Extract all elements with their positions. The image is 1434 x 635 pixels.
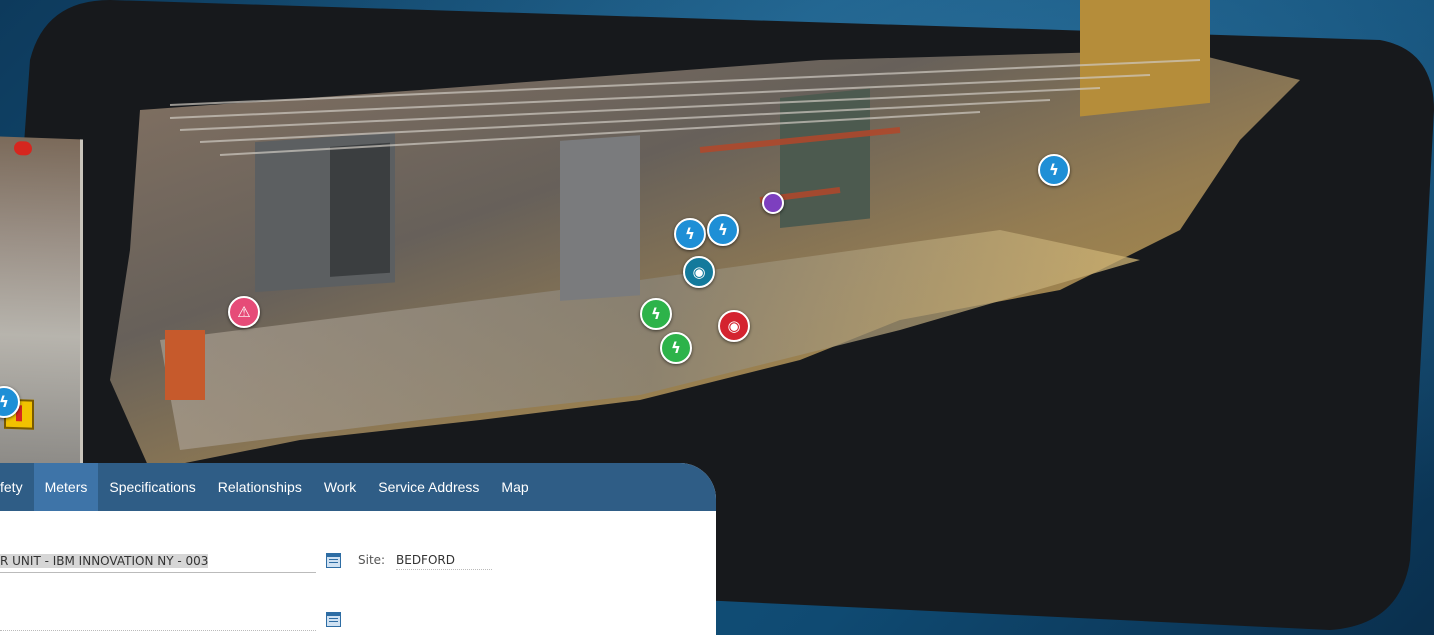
- orange-barrel: [165, 330, 205, 400]
- tab-bar: fety Meters Specifications Relationships…: [0, 463, 716, 511]
- warning-icon: ⚠: [237, 303, 251, 321]
- wrench-marker-icon[interactable]: ϟ: [640, 298, 672, 330]
- gauge-icon: ◉: [692, 263, 706, 281]
- tab-relationships[interactable]: Relationships: [207, 463, 313, 511]
- gauge-marker-icon[interactable]: ◉: [683, 256, 715, 288]
- tab-work[interactable]: Work: [313, 463, 367, 511]
- tab-service-address[interactable]: Service Address: [367, 463, 490, 511]
- alert-icon: ◉: [727, 317, 741, 335]
- tab-meters[interactable]: Meters: [33, 463, 99, 511]
- second-field[interactable]: [0, 608, 316, 631]
- stop-button-image: [14, 141, 32, 156]
- lookup-icon[interactable]: [326, 612, 341, 627]
- wrench-marker-icon[interactable]: ϟ: [660, 332, 692, 364]
- wrench-icon: ϟ: [651, 305, 661, 323]
- lightning-icon: ϟ: [718, 221, 728, 239]
- location-field[interactable]: R UNIT - IBM INNOVATION NY - 003: [0, 550, 316, 573]
- lightning-marker-icon[interactable]: ϟ: [707, 214, 739, 246]
- wrench-icon: ϟ: [671, 339, 681, 357]
- tab-safety[interactable]: fety: [0, 463, 34, 511]
- tab-specifications[interactable]: Specifications: [98, 463, 206, 511]
- record-panel: fety Meters Specifications Relationships…: [0, 463, 716, 635]
- lightning-marker-icon[interactable]: ϟ: [1038, 154, 1070, 186]
- right-room: [1080, 0, 1210, 117]
- purple-marker-icon[interactable]: [762, 192, 784, 214]
- tab-map[interactable]: Map: [490, 463, 539, 511]
- alert-marker-icon[interactable]: ◉: [718, 310, 750, 342]
- lightning-icon: ϟ: [685, 225, 695, 243]
- lookup-icon[interactable]: [326, 553, 341, 568]
- site-label: Site:: [358, 553, 386, 567]
- lightning-icon: ϟ: [1049, 161, 1059, 179]
- electrical-cabinet-2: [330, 142, 390, 277]
- lightning-marker-icon[interactable]: ϟ: [674, 218, 706, 250]
- tank: [560, 135, 640, 301]
- equipment-panel: [0, 136, 83, 470]
- site-value: BEDFORD: [396, 553, 492, 570]
- lightning-icon: ϟ: [0, 393, 9, 411]
- warning-marker-icon[interactable]: ⚠: [228, 296, 260, 328]
- location-value: R UNIT - IBM INNOVATION NY - 003: [0, 554, 209, 568]
